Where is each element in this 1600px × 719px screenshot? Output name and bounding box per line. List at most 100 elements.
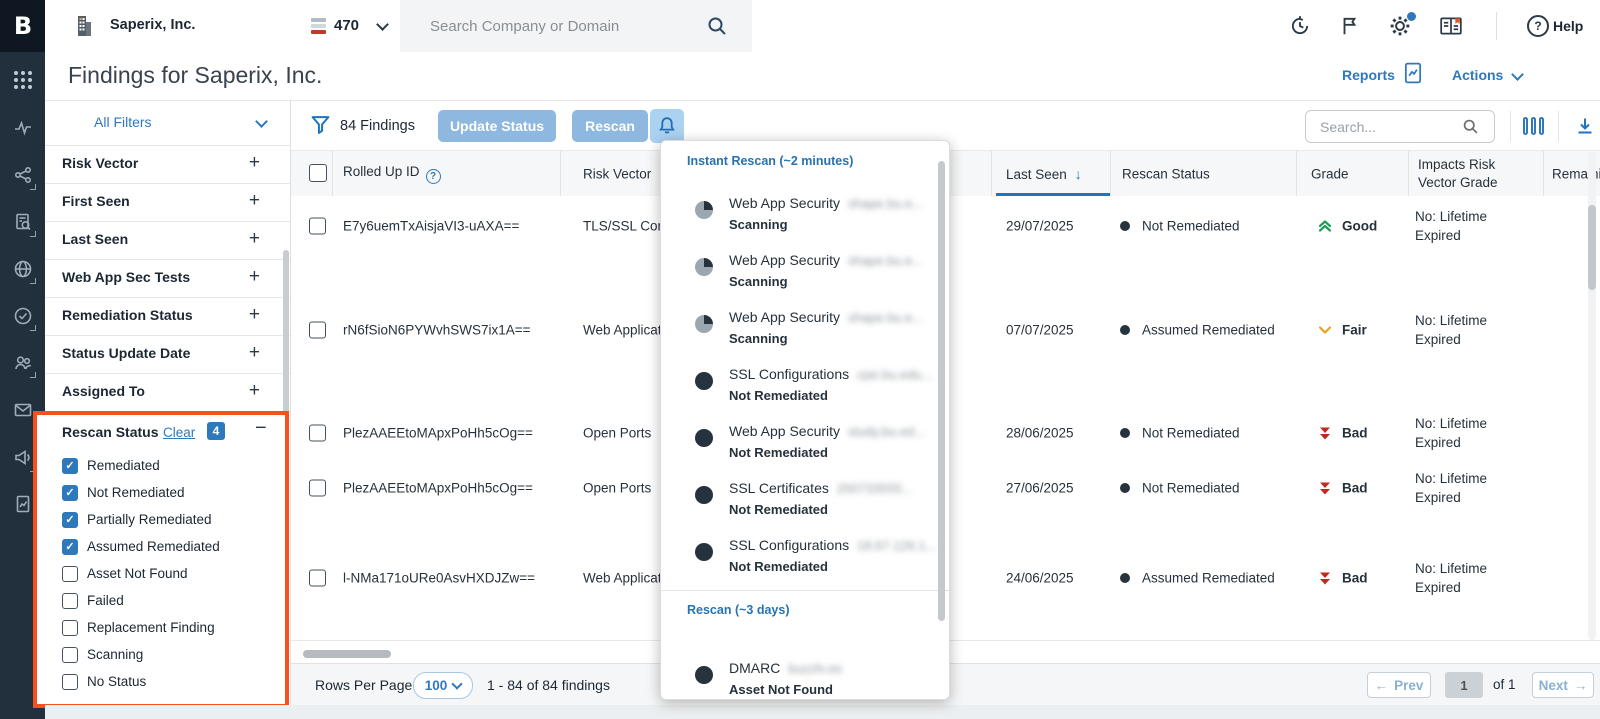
row-checkbox[interactable]: [309, 217, 326, 234]
rescan-notifications-button[interactable]: [650, 109, 684, 143]
next-page-button[interactable]: Next →: [1532, 672, 1594, 698]
activity-icon[interactable]: [0, 106, 45, 150]
expand-plus-icon[interactable]: +: [249, 152, 260, 174]
findings-count: 84 Findings: [340, 118, 415, 134]
table-search-input[interactable]: [1318, 117, 1462, 136]
company-search-input[interactable]: [428, 16, 702, 36]
filter-option-failed[interactable]: Failed: [62, 587, 272, 614]
checkbox-checked[interactable]: ✓: [62, 538, 78, 555]
search-icon[interactable]: [1462, 118, 1479, 135]
all-filters-header[interactable]: All Filters: [45, 100, 290, 146]
rescan-item[interactable]: SSL Configurations 18.67.126.1... Not Rem…: [661, 533, 937, 590]
filter-option-assumed-remediated[interactable]: ✓ Assumed Remediated: [62, 533, 272, 560]
users-icon[interactable]: [0, 341, 45, 385]
company-name[interactable]: Saperix, Inc.: [110, 17, 195, 33]
filter-section-last-seen[interactable]: Last Seen +: [45, 221, 290, 260]
row-checkbox[interactable]: [309, 569, 326, 586]
search-icon[interactable]: [706, 15, 728, 37]
filter-option-no-status[interactable]: No Status: [62, 668, 272, 695]
reports-link[interactable]: Reports: [1342, 67, 1395, 83]
filter-funnel-icon[interactable]: [310, 114, 331, 135]
header-risk-vector[interactable]: Risk Vector: [583, 166, 651, 181]
update-status-button[interactable]: Update Status: [438, 110, 556, 142]
rating-chevron-down-icon[interactable]: [376, 18, 389, 31]
cell-last-seen: 29/07/2025: [1006, 218, 1074, 233]
news-icon[interactable]: [1439, 15, 1463, 37]
checkbox-checked[interactable]: ✓: [62, 484, 78, 501]
help-label[interactable]: Help: [1553, 18, 1583, 34]
cell-impacts: No: Lifetime Expired: [1415, 208, 1488, 243]
bell-icon: [659, 117, 675, 134]
expand-plus-icon[interactable]: +: [249, 304, 260, 326]
row-checkbox[interactable]: [309, 321, 326, 339]
rescan-button[interactable]: Rescan: [572, 110, 648, 142]
filter-section-assigned-to[interactable]: Assigned To +: [45, 373, 290, 412]
network-icon[interactable]: [0, 153, 45, 197]
check-circle-icon[interactable]: [0, 294, 45, 338]
help-circle-icon[interactable]: ?: [425, 168, 441, 184]
columns-icon[interactable]: [1523, 117, 1544, 135]
expand-plus-icon[interactable]: +: [249, 190, 260, 212]
rescan-item[interactable]: Web App Security study.bu.ed... Not Remed…: [661, 419, 931, 476]
globe-icon[interactable]: [0, 247, 45, 291]
reports-doc-icon[interactable]: [1402, 62, 1424, 84]
filter-section-status-update-date[interactable]: Status Update Date +: [45, 335, 290, 374]
grade-fair-icon: [1317, 322, 1333, 338]
rescan-item[interactable]: Web App Security shape.bu.e... Scanning: [661, 305, 931, 362]
filter-option-partially-remediated[interactable]: ✓ Partially Remediated: [62, 506, 272, 533]
actions-link[interactable]: Actions: [1452, 67, 1503, 83]
checkbox-unchecked[interactable]: [62, 673, 78, 690]
header-impacts-risk-vector-grade[interactable]: Impacts Risk Vector Grade: [1418, 156, 1513, 192]
table-horizontal-scrollbar[interactable]: [303, 650, 391, 658]
clear-filter-link[interactable]: Clear: [163, 425, 195, 440]
expand-plus-icon[interactable]: +: [249, 266, 260, 288]
header-last-seen-sorted[interactable]: Last Seen ↓: [1006, 166, 1082, 182]
collapse-minus-icon[interactable]: −: [255, 417, 267, 440]
row-checkbox[interactable]: [309, 424, 326, 441]
checkbox-unchecked[interactable]: [62, 646, 78, 663]
filter-section-remediation-status[interactable]: Remediation Status +: [45, 297, 290, 336]
panel-scrollbar[interactable]: [938, 161, 945, 621]
bitsight-logo[interactable]: B: [0, 0, 45, 52]
header-rescan-status[interactable]: Rescan Status: [1122, 166, 1210, 181]
filter-option-remediated[interactable]: ✓ Remediated: [62, 452, 272, 479]
prev-page-button[interactable]: ← Prev: [1367, 672, 1431, 698]
rescan-item[interactable]: Web App Security shape.bu.e... Scanning: [661, 248, 931, 305]
rescan-item[interactable]: SSL Certificates 200733555... Not Remedia…: [661, 476, 931, 533]
header-rolled-up-id[interactable]: Rolled Up ID?: [343, 164, 441, 184]
rescan-item[interactable]: Web App Security shape.bu.e... Scanning: [661, 191, 931, 248]
table-vertical-scrollbar[interactable]: [1588, 205, 1596, 290]
page-title: Findings for Saperix, Inc.: [68, 62, 323, 88]
filter-section-first-seen[interactable]: First Seen +: [45, 183, 290, 222]
filter-option-not-remediated[interactable]: ✓ Not Remediated: [62, 479, 272, 506]
download-icon[interactable]: [1575, 116, 1595, 136]
flag-icon[interactable]: [1339, 15, 1361, 37]
filter-option-replacement-finding[interactable]: Replacement Finding: [62, 614, 272, 641]
expand-plus-icon[interactable]: +: [249, 342, 260, 364]
expand-plus-icon[interactable]: +: [249, 228, 260, 250]
filter-section-risk-vector[interactable]: Risk Vector +: [45, 145, 290, 184]
checkbox-checked[interactable]: ✓: [62, 457, 78, 474]
filter-section-web-app-sec-tests[interactable]: Web App Sec Tests +: [45, 259, 290, 298]
help-icon[interactable]: ?: [1527, 15, 1549, 37]
redacted-asset: shape.bu.e...: [848, 196, 924, 211]
filter-option-scanning[interactable]: Scanning: [62, 641, 272, 668]
asset-search-icon[interactable]: [0, 200, 45, 244]
checkbox-unchecked[interactable]: [62, 619, 78, 636]
select-all-checkbox[interactable]: [309, 164, 327, 182]
expand-plus-icon[interactable]: +: [249, 380, 260, 402]
rescan-item[interactable]: SSL Configurations cpe.bu.edu... Not Reme…: [661, 362, 932, 419]
row-checkbox[interactable]: [309, 479, 326, 496]
checkbox-checked[interactable]: ✓: [62, 511, 78, 528]
history-icon[interactable]: [1289, 15, 1311, 37]
gear-icon[interactable]: [1389, 15, 1411, 37]
app-grid-icon[interactable]: [0, 58, 45, 102]
rows-per-page-select[interactable]: 100: [413, 672, 473, 699]
rescan-item[interactable]: DMARC buzzfv.es Asset Not Found: [661, 656, 931, 713]
filter-option-asset-not-found[interactable]: Asset Not Found: [62, 560, 272, 587]
status-circle-icon: [695, 543, 713, 561]
redacted-asset: buzzfv.es: [788, 661, 843, 676]
checkbox-unchecked[interactable]: [62, 565, 78, 582]
checkbox-unchecked[interactable]: [62, 592, 78, 609]
header-grade[interactable]: Grade: [1311, 166, 1349, 181]
